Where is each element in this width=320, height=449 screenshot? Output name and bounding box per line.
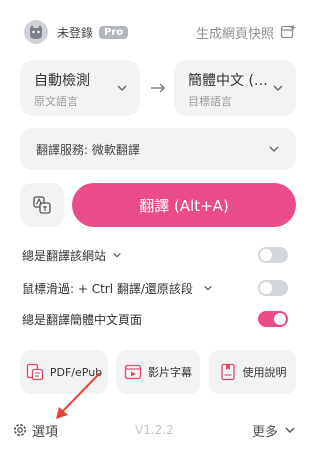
snapshot-icon [280, 25, 296, 39]
gear-icon [14, 424, 26, 436]
source-language-value: 自動檢測 [34, 73, 90, 89]
video-subtitles-label: 影片字幕 [148, 366, 192, 379]
footer: 選項 V1.2.2 更多 [12, 418, 296, 442]
annotation-arrow-icon [56, 372, 101, 419]
version-label: V1.2.2 [135, 423, 174, 437]
target-language-value: 簡體中文 (S... [188, 73, 268, 89]
setting-label[interactable]: 總是翻譯該網站 [22, 247, 106, 264]
snapshot-label: 生成網頁快照 [195, 26, 274, 42]
translation-service-select[interactable]: 翻譯服務: 微軟翻譯 [20, 128, 296, 170]
translation-service-label: 翻譯服務: 微軟翻譯 [36, 142, 140, 157]
setting-hover-translate: 鼠標滑過: + Ctrl 翻譯/還原該段 [22, 276, 288, 300]
target-language-select[interactable]: 簡體中文 (S... 目標語言 [174, 60, 296, 116]
setting-always-translate-simplified: 總是翻譯簡體中文頁面 [22, 307, 288, 331]
chevron-down-icon [117, 85, 127, 91]
snapshot-button[interactable]: 生成網頁快照 [196, 23, 296, 42]
username[interactable]: 未登錄 [57, 24, 93, 41]
cat-avatar-icon [30, 25, 42, 39]
chevron-down-icon [285, 427, 295, 433]
chevron-down-icon [273, 85, 283, 91]
setting-label: 總是翻譯簡體中文頁面 [22, 312, 143, 327]
pro-badge: Pro [99, 25, 129, 39]
pdf-icon [26, 363, 43, 381]
source-language-select[interactable]: 自動檢測 原文語言 [20, 60, 140, 116]
setting-always-translate-site: 總是翻譯該網站 [22, 243, 288, 267]
language-translate-icon [33, 196, 51, 214]
setting-label[interactable]: 鼠標滑過: + Ctrl 翻譯/還原該段 [22, 280, 193, 297]
avatar[interactable] [24, 20, 48, 44]
user-manual-button[interactable]: 使用說明 [209, 350, 296, 394]
translate-mode-button[interactable] [20, 183, 64, 227]
video-subtitle-icon [124, 364, 142, 380]
more-label: 更多 [251, 424, 278, 440]
toggle-switch[interactable] [258, 280, 288, 296]
chevron-down-icon[interactable] [112, 250, 122, 260]
video-subtitles-button[interactable]: 影片字幕 [116, 350, 200, 394]
chevron-down-icon [269, 146, 279, 152]
translate-button[interactable]: 翻譯 (Alt+A) [72, 183, 296, 227]
more-button[interactable]: 更多 [252, 421, 296, 440]
user-manual-label: 使用說明 [242, 366, 287, 379]
arrow-right-icon[interactable] [150, 80, 166, 96]
options-button[interactable]: 選項 [12, 421, 58, 440]
book-icon [220, 363, 235, 381]
toggle-switch[interactable] [258, 247, 288, 263]
header: 未登錄 Pro 生成網頁快照 [24, 18, 296, 46]
chevron-down-icon[interactable] [203, 283, 213, 293]
options-label: 選項 [32, 424, 59, 440]
toggle-switch[interactable] [258, 311, 288, 327]
source-language-caption: 原文語言 [34, 95, 78, 108]
target-language-caption: 目標語言 [188, 95, 232, 108]
